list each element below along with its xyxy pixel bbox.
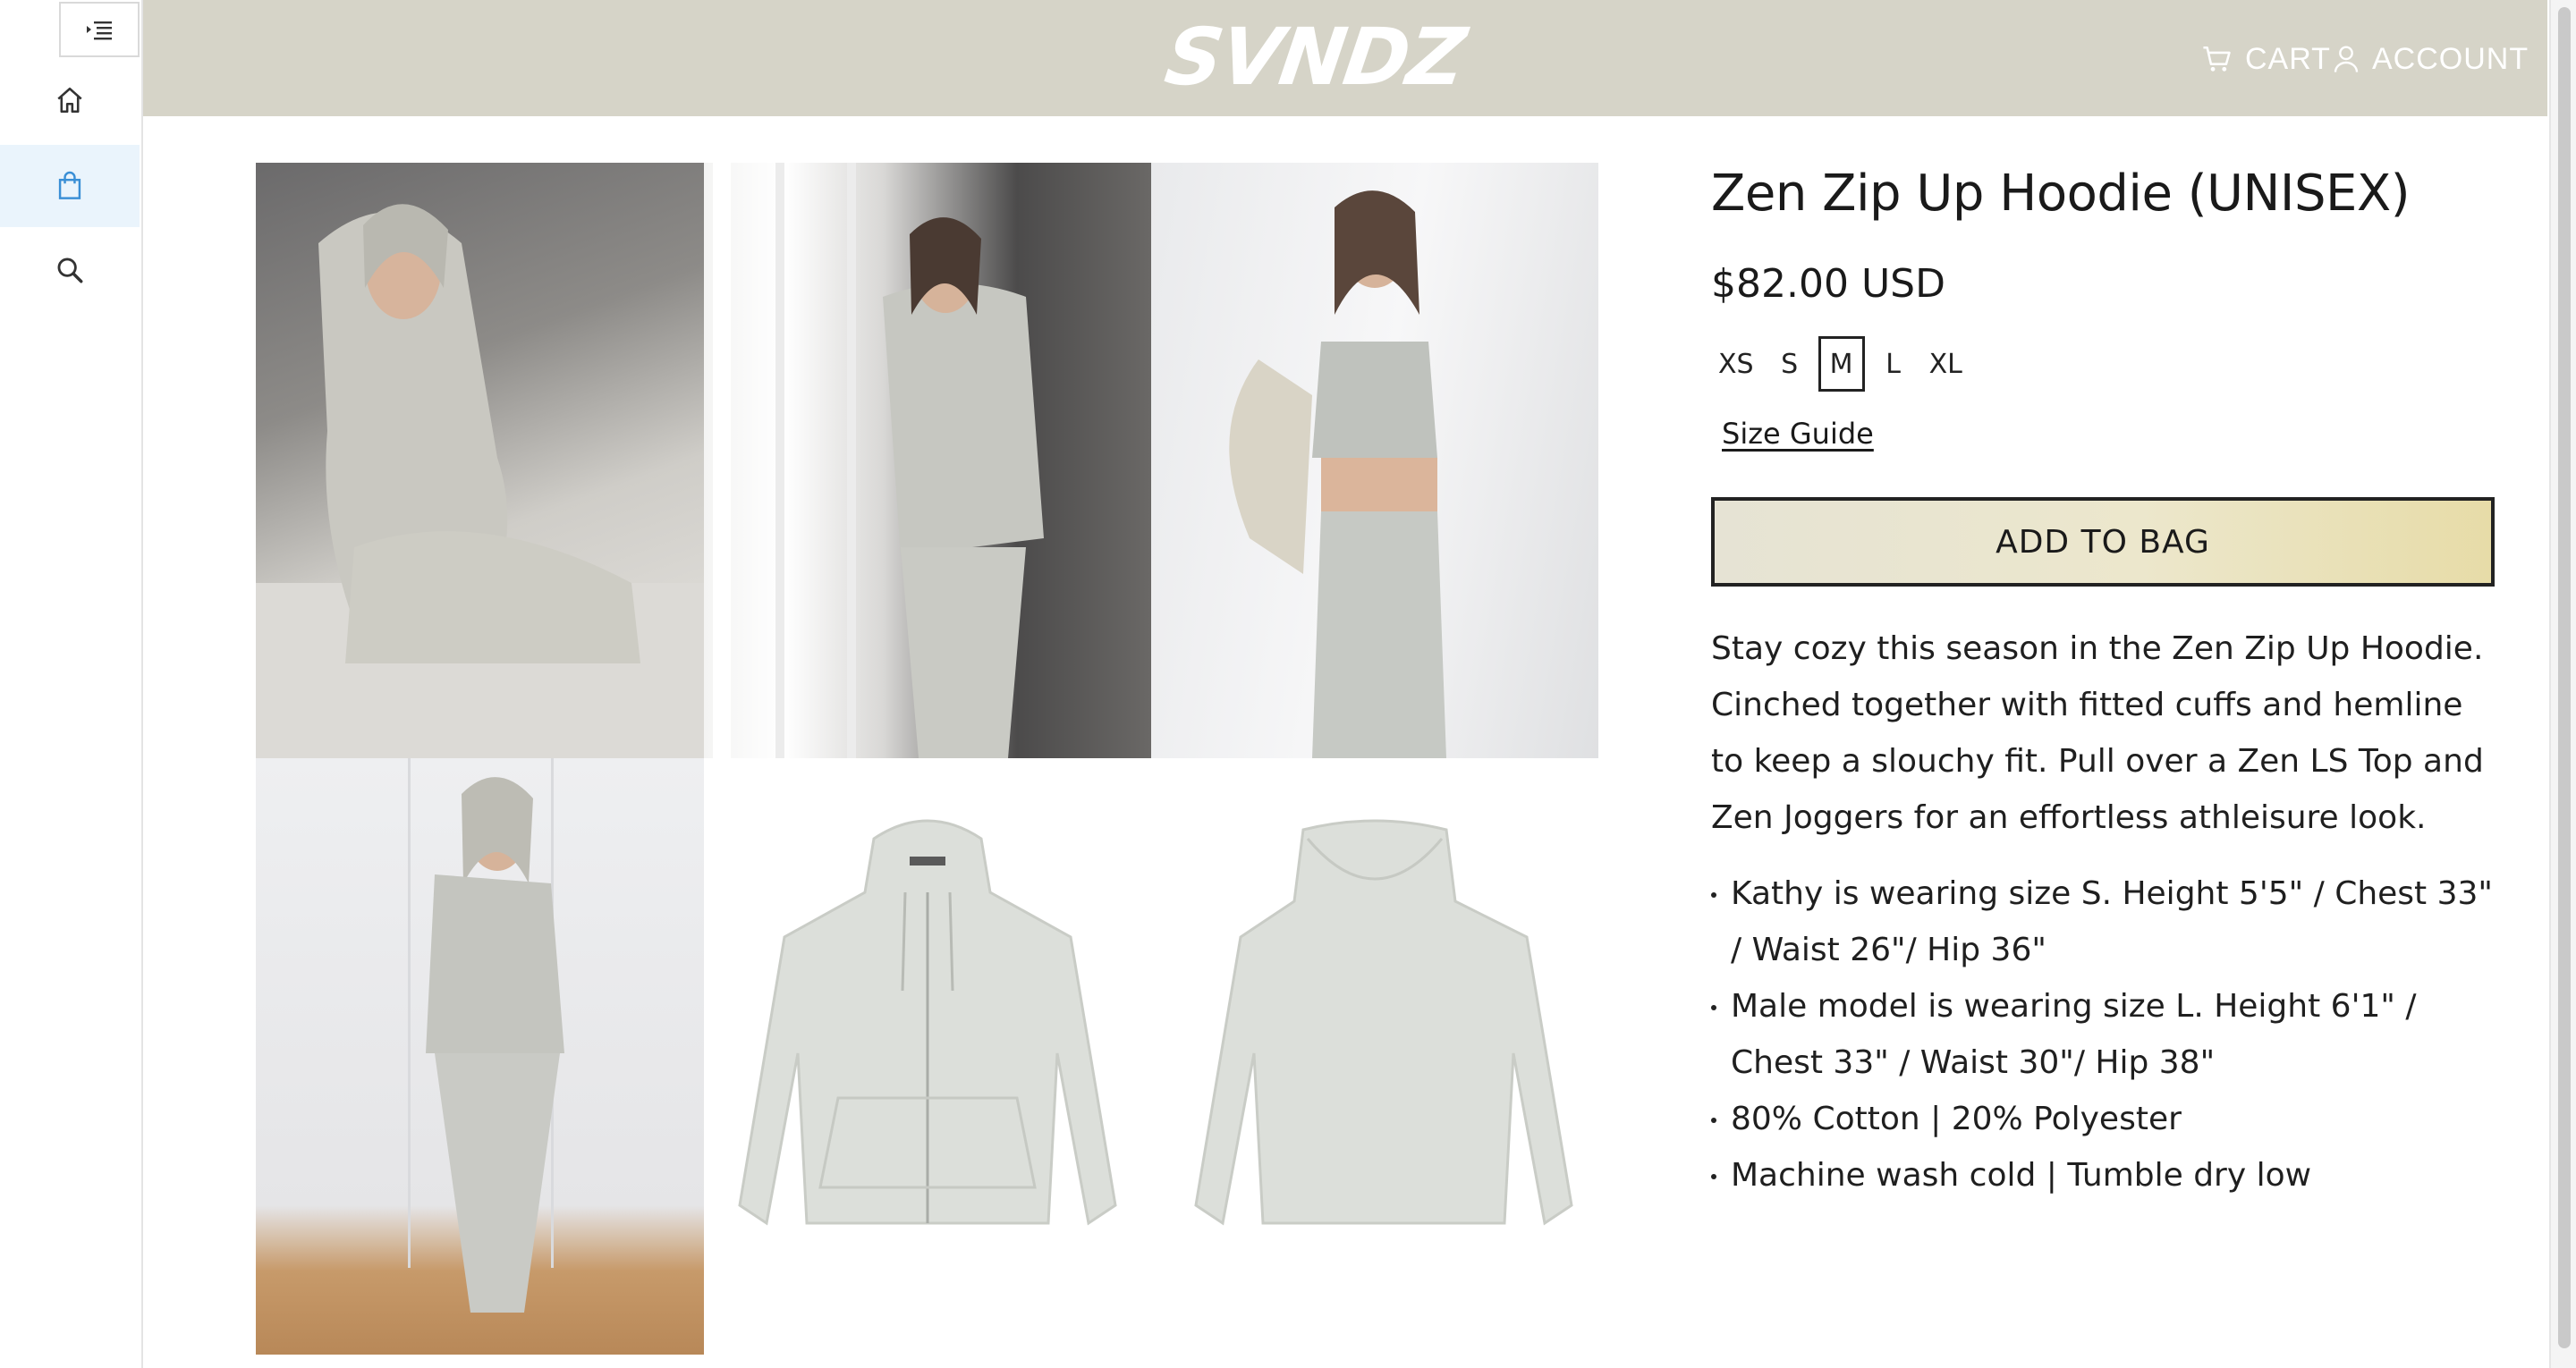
model-standing-photo[interactable] [256, 758, 704, 1355]
size-guide-link[interactable]: Size Guide [1722, 417, 1874, 451]
add-to-bag-button[interactable]: ADD TO BAG [1711, 497, 2495, 587]
cart-icon [2203, 46, 2231, 72]
product-price: $82.00 USD [1711, 261, 1945, 307]
sidebar-toggle-button[interactable] [59, 2, 140, 57]
size-selector: XS S M L XL [1711, 336, 1975, 392]
size-option-xl[interactable]: XL [1922, 336, 1970, 392]
sidebar-item-home[interactable] [0, 59, 140, 141]
home-icon [57, 87, 82, 114]
model-sitting-photo[interactable] [256, 163, 704, 758]
indent-menu-icon [87, 21, 112, 40]
search-icon [57, 258, 83, 283]
product-description: Stay cozy this season in the Zen Zip Up … [1711, 630, 2484, 836]
left-sidebar [0, 0, 143, 1368]
page-scrollbar[interactable] [2549, 0, 2576, 1368]
scrollbar-thumb[interactable] [2558, 7, 2571, 1348]
cart-link[interactable]: CART [2202, 34, 2331, 84]
user-icon [2334, 46, 2359, 72]
size-option-xs[interactable]: XS [1711, 336, 1761, 392]
size-option-l[interactable]: L [1870, 336, 1917, 392]
size-option-m[interactable]: M [1818, 336, 1865, 392]
brand-logo[interactable]: SVNDZ [1160, 11, 1470, 103]
account-label: ACCOUNT [2372, 41, 2529, 76]
list-item: Male model is wearing size L. Height 6'1… [1711, 978, 2498, 1091]
product-title: Zen Zip Up Hoodie (UNISEX) [1711, 165, 2411, 223]
cart-label: CART [2245, 41, 2331, 76]
list-item: 80% Cotton | 20% Polyester [1711, 1091, 2498, 1147]
account-link[interactable]: ACCOUNT [2333, 34, 2529, 84]
hoodie-front-photo[interactable] [704, 758, 1151, 1355]
site-header: SVNDZ CART ACCOUNT [143, 0, 2547, 116]
shopping-bag-icon [58, 171, 81, 199]
model-wall-photo[interactable] [1151, 163, 1598, 758]
sidebar-item-shop[interactable] [0, 145, 140, 227]
sidebar-item-search[interactable] [0, 229, 140, 311]
list-item: Kathy is wearing size S. Height 5'5" / C… [1711, 866, 2498, 978]
hoodie-back-photo[interactable] [1151, 758, 1598, 1355]
list-item: Machine wash cold | Tumble dry low [1711, 1147, 2498, 1203]
size-option-s[interactable]: S [1767, 336, 1813, 392]
model-window-photo[interactable] [704, 163, 1151, 758]
product-details-list: Kathy is wearing size S. Height 5'5" / C… [1711, 866, 2498, 1203]
